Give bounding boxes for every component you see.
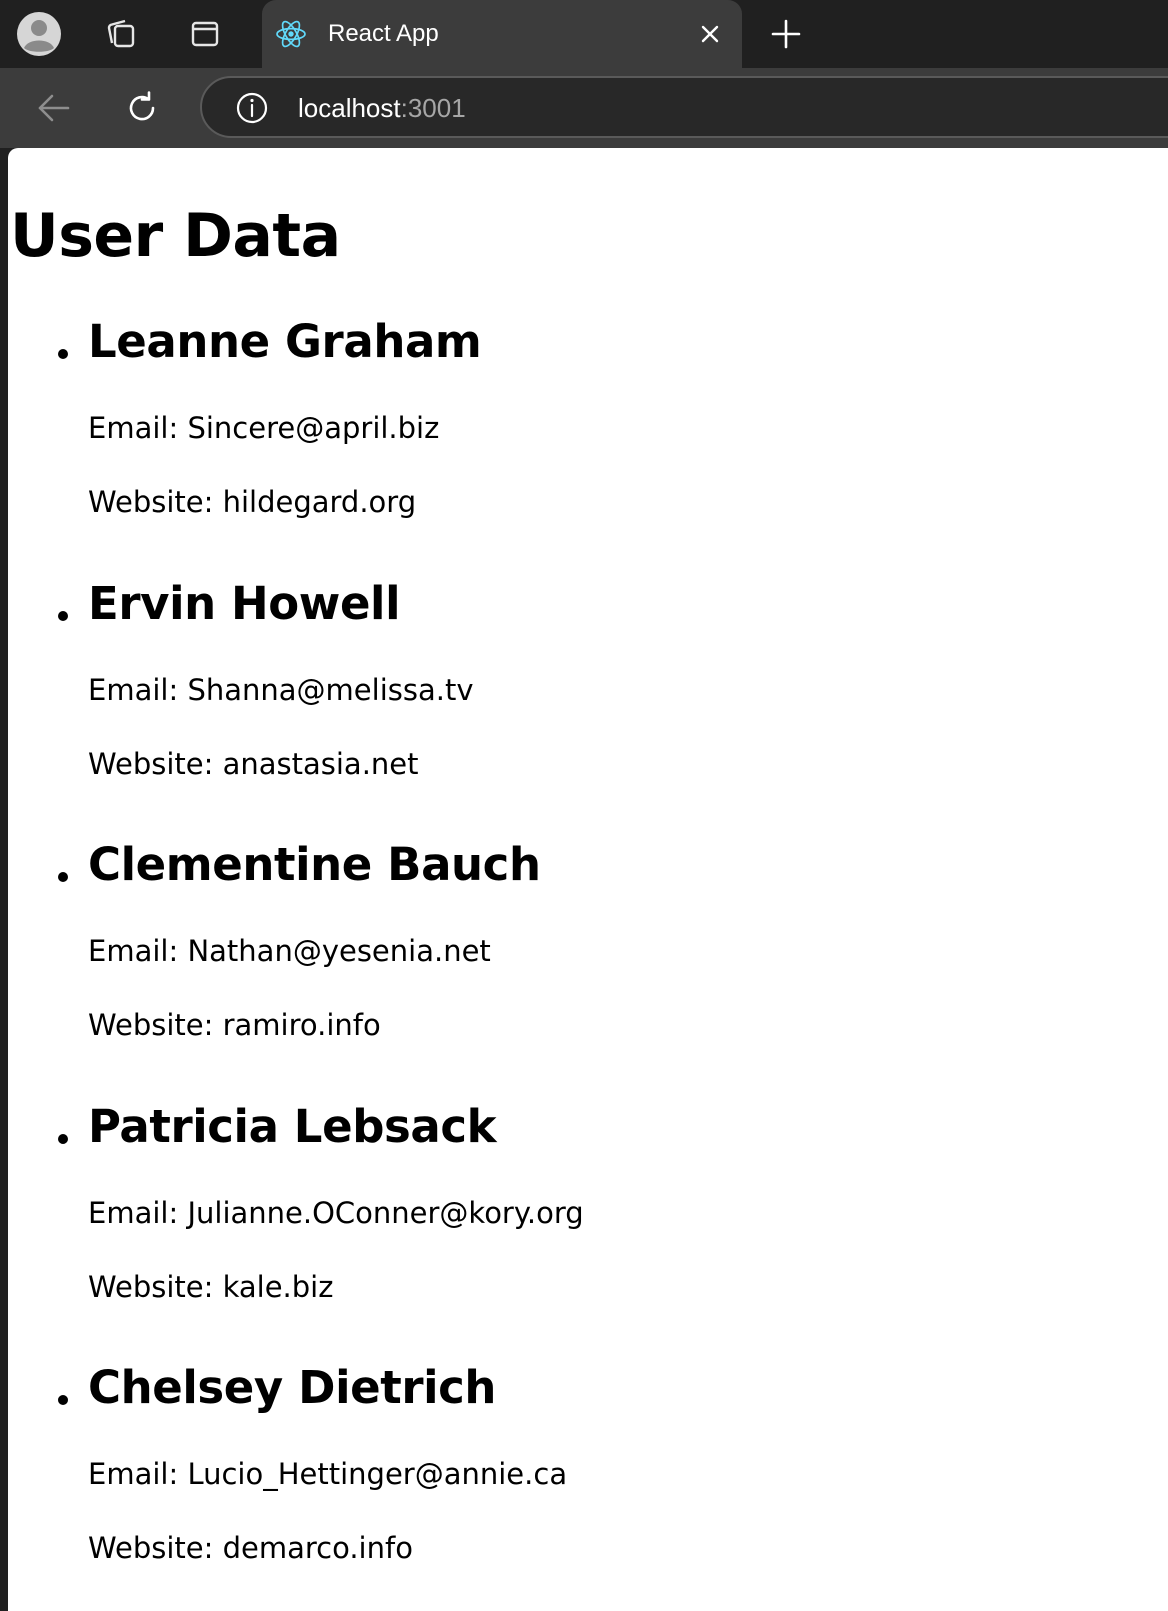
address-bar[interactable]: localhost:3001	[200, 76, 1168, 138]
user-name: Chelsey Dietrich	[88, 1361, 497, 1414]
user-email: Email: Shanna@melissa.tv	[88, 671, 474, 709]
email-label: Email:	[88, 411, 188, 445]
website-label: Website:	[88, 1531, 223, 1565]
page-title: User Data	[10, 201, 341, 271]
email-value: Julianne.OConner@kory.org	[187, 1195, 584, 1230]
active-tab[interactable]: React App	[262, 0, 742, 68]
browser-toolbar: localhost:3001	[0, 68, 1168, 148]
list-bullet	[58, 1395, 68, 1405]
info-icon[interactable]	[234, 90, 270, 126]
user-item: Patricia Lebsack Email: Julianne.OConner…	[8, 1098, 1108, 1360]
back-arrow-icon	[38, 94, 70, 122]
user-item: Ervin Howell Email: Shanna@melissa.tv We…	[8, 575, 1108, 837]
user-website: Website: hildegard.org	[88, 483, 416, 521]
email-label: Email:	[88, 1457, 188, 1491]
url-text[interactable]: localhost:3001	[298, 92, 466, 124]
back-button[interactable]	[32, 86, 76, 130]
collections-icon[interactable]	[100, 13, 142, 55]
tab-title: React App	[328, 20, 439, 47]
user-email: Email: Julianne.OConner@kory.org	[88, 1194, 584, 1232]
website-value: demarco.info	[222, 1531, 413, 1565]
user-website: Website: ramiro.info	[88, 1006, 381, 1044]
website-label: Website:	[88, 485, 223, 519]
page-viewport: User Data Leanne Graham Email: Sincere@a…	[8, 148, 1168, 1611]
list-bullet	[58, 610, 68, 621]
website-value: anastasia.net	[222, 746, 419, 781]
user-name: Ervin Howell	[88, 576, 401, 630]
user-name: Leanne Graham	[88, 315, 482, 368]
website-value: kale.biz	[222, 1269, 334, 1304]
reload-icon	[129, 91, 155, 121]
email-label: Email:	[88, 672, 188, 707]
website-value: ramiro.info	[222, 1008, 381, 1042]
email-value: Shanna@melissa.tv	[187, 672, 474, 707]
react-logo-icon	[274, 17, 308, 51]
email-value: Lucio_Hettinger@annie.ca	[187, 1457, 568, 1491]
website-label: Website:	[88, 1269, 223, 1304]
user-name: Patricia Lebsack	[88, 1099, 497, 1153]
profile-avatar-icon[interactable]	[16, 11, 62, 57]
email-label: Email:	[88, 1195, 188, 1230]
url-port: :3001	[400, 93, 466, 123]
email-label: Email:	[88, 934, 188, 968]
vertical-tabs-icon[interactable]	[184, 13, 226, 55]
user-item: Clementine Bauch Email: Nathan@yesenia.n…	[8, 836, 1108, 1098]
user-item: Leanne Graham Email: Sincere@april.biz W…	[8, 313, 1108, 575]
url-host: localhost	[298, 93, 401, 123]
user-email: Email: Lucio_Hettinger@annie.ca	[88, 1455, 567, 1493]
list-bullet	[58, 872, 68, 882]
website-value: hildegard.org	[222, 485, 417, 519]
email-value: Sincere@april.biz	[187, 411, 440, 445]
user-name: Clementine Bauch	[88, 838, 541, 891]
user-website: Website: kale.biz	[88, 1268, 333, 1306]
new-tab-button[interactable]	[764, 12, 808, 56]
list-bullet	[58, 349, 68, 359]
close-icon[interactable]	[696, 20, 724, 48]
plus-icon	[771, 19, 801, 49]
user-email: Email: Sincere@april.biz	[88, 409, 439, 447]
user-website: Website: anastasia.net	[88, 745, 419, 783]
user-item: Chelsey Dietrich Email: Lucio_Hettinger@…	[8, 1359, 1108, 1611]
website-label: Website:	[88, 1008, 223, 1042]
user-email: Email: Nathan@yesenia.net	[88, 932, 491, 970]
list-bullet	[58, 1133, 68, 1144]
reload-button[interactable]	[120, 86, 164, 130]
email-value: Nathan@yesenia.net	[187, 934, 491, 968]
user-list: Leanne Graham Email: Sincere@april.biz W…	[8, 313, 1108, 1611]
website-label: Website:	[88, 746, 223, 781]
user-website: Website: demarco.info	[88, 1529, 413, 1567]
tab-strip: React App	[0, 0, 1168, 68]
